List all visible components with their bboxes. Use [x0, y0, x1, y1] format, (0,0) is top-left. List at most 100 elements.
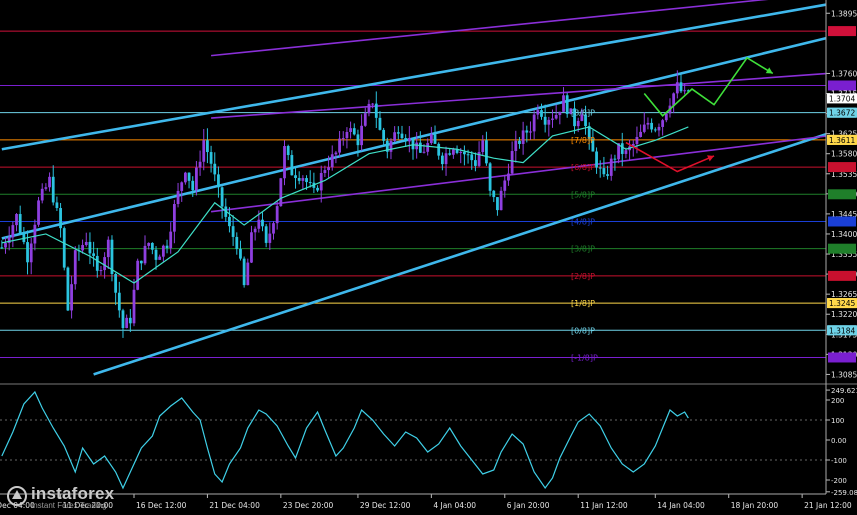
candle-body [602, 168, 606, 175]
candle-body [646, 122, 650, 125]
candle-body [29, 243, 33, 263]
candle-body [352, 128, 356, 135]
chart-background [0, 0, 857, 515]
candle-body [396, 132, 400, 134]
candle-body [371, 103, 375, 105]
candle-body [327, 167, 330, 171]
candle-body [606, 174, 609, 176]
candle-body [290, 155, 294, 176]
candle-body [15, 214, 18, 226]
candle-body [510, 151, 514, 174]
candle-body [400, 133, 404, 139]
candle-body [514, 140, 518, 152]
candle-body [228, 216, 231, 227]
candle-body [136, 260, 140, 290]
candle-body [231, 226, 235, 237]
candle-body [562, 95, 565, 112]
candle-body [536, 110, 540, 115]
candle-body [444, 153, 448, 165]
candle-body [158, 256, 162, 260]
level-badge [828, 243, 856, 254]
candle-body [272, 223, 275, 234]
oscillator-tick-label: 100 [831, 417, 844, 425]
candle-body [161, 245, 165, 257]
murrey-level-label: [0/8]P [571, 326, 595, 335]
candle-body [341, 138, 345, 140]
candle-body [70, 284, 73, 311]
candle-body [206, 140, 209, 153]
level-badge [828, 352, 856, 363]
candle-body [103, 257, 107, 271]
candle-body [11, 225, 15, 238]
candle-body [466, 154, 470, 156]
candle-body [620, 143, 624, 154]
oscillator-tick-label: -259.084 [831, 489, 857, 497]
price-marker-label: 1.3184 [829, 326, 855, 335]
candle-body [40, 188, 44, 201]
candle-body [338, 138, 341, 153]
candle-body [675, 82, 679, 94]
candle-body [642, 124, 646, 132]
candle-body [540, 110, 543, 117]
candle-body [463, 151, 466, 155]
candle-body [202, 140, 206, 162]
price-chart: [8/8]P [7/8]P [6/8]P [5/8]P [4/8]P [3/8]P [2/8… [0, 0, 857, 515]
candle-body [551, 118, 554, 120]
candle-body [474, 160, 477, 166]
candle-body [422, 151, 426, 153]
candle-body [470, 154, 474, 161]
candle-body [150, 242, 154, 250]
candle-body [294, 175, 297, 179]
candle-body [62, 228, 66, 268]
time-tick-label: 21 Jan 12:00 [804, 501, 852, 510]
candle-body [411, 138, 415, 150]
candle-body [650, 122, 654, 130]
oscillator-tick-label: -200 [831, 477, 847, 485]
candle-body [609, 158, 613, 176]
candle-body [147, 242, 151, 246]
candle-body [114, 274, 118, 293]
murrey-level-label: [8/8]P [571, 109, 595, 118]
candle-body [275, 206, 279, 224]
candle-body [598, 167, 602, 169]
candle-body [18, 214, 22, 234]
candle-body [242, 258, 246, 286]
instaforex-logo-icon [7, 486, 27, 506]
candle-body [125, 317, 129, 329]
candle-body [51, 176, 55, 203]
oscillator-tick-label: 200 [831, 397, 844, 405]
candle-body [349, 128, 352, 132]
candle-body [382, 129, 386, 141]
candle-body [415, 142, 419, 150]
candle-body [481, 140, 485, 153]
candle-body [239, 248, 242, 259]
candle-body [106, 239, 110, 258]
candle-body [55, 202, 59, 209]
candle-body [653, 129, 657, 131]
candle-body [301, 178, 305, 181]
candle-body [554, 114, 558, 119]
candle-body [44, 187, 48, 189]
candle-body [529, 131, 532, 133]
price-axis: 1.38951.37601.37151.36701.36251.35801.35… [826, 0, 857, 500]
price-marker-label: 1.3611 [829, 136, 855, 145]
oscillator-tick-label: -100 [831, 457, 847, 465]
candle-body [418, 142, 422, 153]
price-marker-label: 1.3704 [829, 94, 855, 103]
candle-body [99, 270, 103, 272]
candle-body [264, 226, 268, 243]
candle-body [95, 255, 99, 271]
candle-body [407, 138, 411, 142]
candle-body [92, 253, 96, 256]
candle-body [525, 130, 529, 133]
candle-body [217, 174, 220, 188]
candle-body [507, 173, 510, 181]
candle-body [220, 187, 224, 207]
candle-body [496, 197, 499, 211]
candle-body [297, 178, 301, 181]
candle-body [117, 292, 121, 311]
candle-body [261, 219, 264, 227]
price-tick-label: 1.3400 [831, 230, 857, 239]
murrey-level-label: [-1/8]P [571, 353, 598, 362]
candle-body [66, 267, 70, 311]
